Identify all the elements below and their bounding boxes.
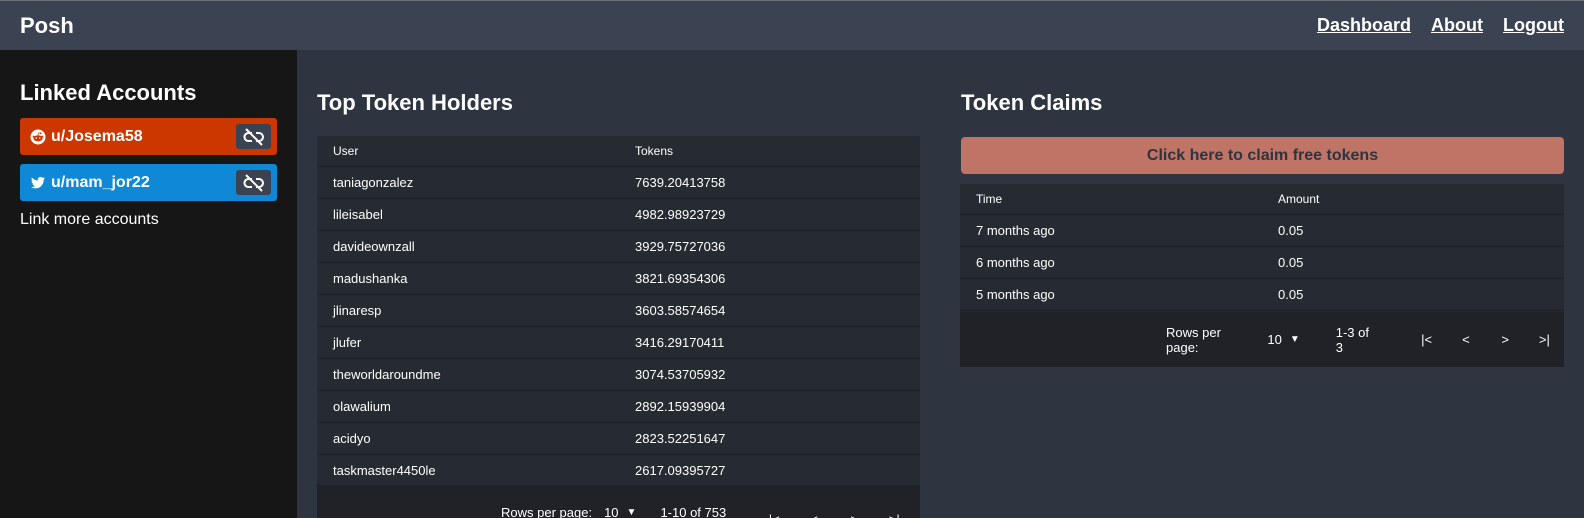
- last-page-icon: >|: [1538, 332, 1550, 347]
- first-page-button[interactable]: |<: [1407, 326, 1446, 354]
- caret-down-icon: ▼: [626, 507, 637, 518]
- last-page-button[interactable]: >|: [1525, 326, 1564, 354]
- link-more-accounts[interactable]: Link more accounts: [20, 211, 159, 229]
- last-page-icon: >|: [889, 512, 900, 518]
- holders-title: Top Token Holders: [317, 90, 513, 115]
- top-nav: Dashboard About Logout: [1317, 15, 1564, 36]
- table-cell: 6 months ago: [976, 255, 1055, 270]
- prev-page-icon: <: [810, 512, 818, 518]
- table-cell: 3603.58574654: [635, 303, 726, 318]
- table-row[interactable]: madushanka 3821.69354306: [317, 263, 920, 295]
- table-row[interactable]: jlinaresp 3603.58574654: [317, 295, 920, 327]
- linked-accounts-heading: Linked Accounts: [20, 80, 197, 105]
- table-cell: 7 months ago: [976, 223, 1055, 238]
- table-cell: davideownzall: [333, 239, 415, 254]
- table-cell: jlinaresp: [333, 303, 382, 318]
- twitter-icon: [30, 175, 46, 191]
- claims-body: 7 months ago 0.05 6 months ago 0.05 5 months…: [960, 215, 1564, 311]
- caret-down-icon: ▼: [1289, 334, 1300, 345]
- table-cell: 5 months ago: [976, 287, 1055, 302]
- table-cell: 3821.69354306: [635, 271, 726, 286]
- account-name: u/mam_jor22: [51, 173, 150, 191]
- table-cell: taskmaster4450le: [333, 463, 436, 478]
- table-cell: 3416.29170411: [635, 335, 725, 350]
- prev-page-icon: <: [1462, 332, 1470, 347]
- claims-header-row: Time Amount: [960, 184, 1564, 215]
- table-cell: 7639.20413758: [635, 175, 726, 190]
- table-row[interactable]: acidyo 2823.52251647: [317, 423, 920, 455]
- holders-table: User Tokens taniagonzalez 7639.20413758 li…: [317, 136, 920, 487]
- rows-per-page-value: 10: [1267, 332, 1282, 347]
- table-row[interactable]: davideownzall 3929.75727036: [317, 231, 920, 263]
- table-row[interactable]: olawalium 2892.15939904: [317, 391, 920, 423]
- sidebar: Linked Accounts u/Josema58 u/mam_jor22 L…: [0, 50, 297, 518]
- table-row[interactable]: 7 months ago 0.05: [960, 215, 1564, 247]
- table-cell: jlufer: [333, 335, 362, 350]
- first-page-button[interactable]: |<: [754, 505, 794, 518]
- linked-account-reddit[interactable]: u/Josema58: [20, 118, 277, 155]
- unlink-icon: [243, 127, 265, 146]
- table-cell: 0.05: [1278, 255, 1304, 270]
- claims-pagination: Rows per page: 10 ▼ 1-3 of 3 |< < > >|: [960, 312, 1564, 367]
- table-row[interactable]: taskmaster4450le 2617.09395727: [317, 455, 920, 487]
- rows-per-page-label: Rows per page:: [501, 505, 593, 518]
- nav-dashboard-link[interactable]: Dashboard: [1317, 15, 1411, 36]
- table-cell: 2617.09395727: [635, 463, 726, 478]
- reddit-icon: [30, 129, 46, 145]
- table-row[interactable]: taniagonzalez 7639.20413758: [317, 167, 920, 199]
- last-page-button[interactable]: >|: [874, 505, 914, 518]
- column-header-time[interactable]: Time: [960, 192, 1262, 206]
- prev-page-button[interactable]: <: [794, 505, 834, 518]
- page-range: 1-10 of 753: [660, 505, 727, 518]
- next-page-icon: >: [850, 512, 858, 518]
- table-cell: madushanka: [333, 271, 408, 286]
- table-cell: olawalium: [333, 399, 391, 414]
- first-page-icon: |<: [1421, 332, 1433, 347]
- table-cell: lileisabel: [333, 207, 383, 222]
- claim-free-tokens-button[interactable]: Click here to claim free tokens: [961, 137, 1564, 174]
- prev-page-button[interactable]: <: [1446, 326, 1485, 354]
- claims-title: Token Claims: [961, 90, 1103, 115]
- table-row[interactable]: 5 months ago 0.05: [960, 279, 1564, 311]
- rows-per-page-value: 10: [604, 505, 619, 518]
- table-cell: 0.05: [1278, 287, 1304, 302]
- top-bar: Posh Dashboard About Logout: [0, 0, 1584, 50]
- rows-per-page-label: Rows per page:: [1166, 324, 1221, 355]
- column-header-amount[interactable]: Amount: [1262, 192, 1564, 206]
- table-cell: 3074.53705932: [635, 367, 726, 382]
- next-page-icon: >: [1501, 332, 1509, 347]
- next-page-button[interactable]: >: [1486, 326, 1525, 354]
- app-title[interactable]: Posh: [20, 13, 74, 39]
- claims-table: Time Amount 7 months ago 0.05 6 months ago…: [960, 184, 1564, 312]
- unlink-twitter-button[interactable]: [236, 170, 271, 195]
- table-cell: 3929.75727036: [635, 239, 726, 254]
- holders-header-row: User Tokens: [317, 136, 920, 167]
- table-cell: taniagonzalez: [333, 175, 414, 190]
- account-name: u/Josema58: [51, 127, 143, 145]
- first-page-icon: |<: [769, 512, 780, 518]
- table-cell: theworldaroundme: [333, 367, 441, 382]
- holders-pagination: Rows per page: 10 ▼ 1-10 of 753 |< < > >…: [317, 485, 920, 518]
- rows-per-page-select[interactable]: 10 ▼: [604, 505, 636, 518]
- column-header-tokens[interactable]: Tokens: [619, 144, 920, 158]
- rows-per-page-select[interactable]: 10 ▼: [1267, 332, 1299, 347]
- page-range: 1-3 of 3: [1335, 324, 1369, 355]
- table-row[interactable]: theworldaroundme 3074.53705932: [317, 359, 920, 391]
- table-row[interactable]: 6 months ago 0.05: [960, 247, 1564, 279]
- unlink-icon: [243, 173, 265, 192]
- holders-body: taniagonzalez 7639.20413758 lileisabel 4982…: [317, 167, 920, 487]
- next-page-button[interactable]: >: [834, 505, 874, 518]
- table-row[interactable]: jlufer 3416.29170411: [317, 327, 920, 359]
- table-cell: 4982.98923729: [635, 207, 726, 222]
- unlink-reddit-button[interactable]: [236, 124, 271, 149]
- table-cell: 0.05: [1278, 223, 1304, 238]
- column-header-user[interactable]: User: [317, 144, 619, 158]
- linked-account-twitter[interactable]: u/mam_jor22: [20, 164, 277, 201]
- table-cell: 2823.52251647: [635, 431, 726, 446]
- table-row[interactable]: lileisabel 4982.98923729: [317, 199, 920, 231]
- table-cell: 2892.15939904: [635, 399, 726, 414]
- table-cell: acidyo: [333, 431, 371, 446]
- nav-logout-link[interactable]: Logout: [1503, 15, 1564, 36]
- nav-about-link[interactable]: About: [1431, 15, 1483, 36]
